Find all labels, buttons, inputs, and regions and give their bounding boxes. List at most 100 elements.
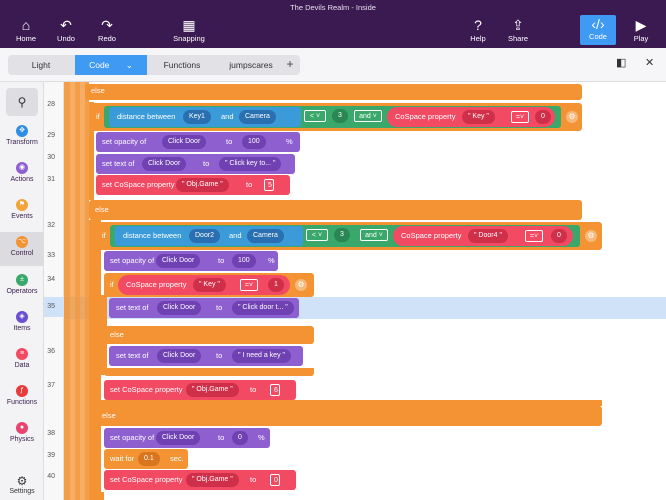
search-icon[interactable]: ⚲: [6, 88, 38, 116]
if-block[interactable]: if CoSpace property " Key " =˅ 1 ⚙: [104, 273, 314, 297]
category-functions[interactable]: ƒ Functions: [0, 385, 44, 406]
logic-dropdown[interactable]: and ˅: [354, 110, 382, 122]
set-cospace-property-block[interactable]: set CoSpace property " Obj.Game " to 0: [104, 470, 296, 490]
string-slot[interactable]: " Door4 ": [468, 229, 508, 243]
else-block[interactable]: else: [85, 84, 582, 100]
home-button[interactable]: ⌂ Home: [8, 16, 44, 43]
play-button[interactable]: ▶ Play: [623, 16, 659, 43]
object-slot[interactable]: Click Door: [142, 157, 187, 171]
object-slot[interactable]: Key1: [183, 110, 211, 124]
logic-dropdown[interactable]: and ˅: [360, 229, 388, 241]
comparison-dropdown[interactable]: =˅: [525, 230, 543, 242]
undo-button[interactable]: ↶ Undo: [48, 16, 84, 43]
comparison-dropdown[interactable]: =˅: [240, 279, 258, 291]
distance-between-label: distance between: [117, 112, 176, 121]
number-slot[interactable]: 0: [232, 431, 248, 445]
share-button[interactable]: ⇪ Share: [500, 16, 536, 43]
number-slot[interactable]: 0: [270, 474, 280, 486]
to-label: to: [246, 180, 253, 189]
object-slot[interactable]: Click Door: [157, 301, 202, 315]
set-cospace-property-block[interactable]: set CoSpace property " Obj.Game " to 5: [96, 175, 290, 195]
percent-label: %: [258, 433, 265, 442]
set-opacity-block[interactable]: set opacity of Click Door to 0 %: [104, 428, 270, 448]
redo-button[interactable]: ↷ Redo: [89, 16, 125, 43]
gear-icon[interactable]: ⚙: [585, 230, 597, 242]
string-slot[interactable]: " Click key to... ": [219, 157, 282, 171]
gear-icon[interactable]: ⚙: [566, 111, 578, 123]
object-slot[interactable]: Click Door: [156, 254, 201, 268]
and-operator-block[interactable]: distance between Key1 and Camera < ˅ 3 a…: [104, 106, 561, 128]
else-block[interactable]: else: [104, 326, 314, 344]
add-tab-button[interactable]: +: [281, 55, 299, 73]
category-physics[interactable]: ● Physics: [0, 422, 44, 443]
string-slot[interactable]: " I need a key ": [232, 349, 291, 363]
else-block[interactable]: else: [96, 406, 602, 426]
category-control-label: Control: [10, 250, 34, 257]
string-slot[interactable]: " Obj.Game ": [186, 473, 239, 487]
snapping-button[interactable]: ▦ Snapping: [168, 16, 210, 43]
cospace-property-block[interactable]: CoSpace property " Door4 " =˅ 0: [393, 226, 573, 246]
number-slot[interactable]: 0.1: [138, 452, 160, 466]
settings-button[interactable]: ⚙ Settings: [0, 474, 44, 495]
string-slot[interactable]: " Key ": [193, 278, 226, 292]
tab-jumpscares[interactable]: jumpscares: [217, 55, 285, 75]
number-slot[interactable]: 0: [535, 110, 551, 124]
distance-between-block[interactable]: distance between Key1 and Camera: [109, 107, 301, 127]
to-label: to: [203, 159, 210, 168]
set-text-block[interactable]: set text of Click Door to " I need a key…: [109, 346, 303, 366]
number-slot[interactable]: 1: [268, 278, 284, 292]
comparison-dropdown[interactable]: =˅: [511, 111, 529, 123]
string-slot[interactable]: " Click door t... ": [232, 301, 294, 315]
object-slot[interactable]: Camera: [247, 229, 284, 243]
number-slot[interactable]: 5: [264, 179, 274, 191]
number-slot[interactable]: 3: [334, 228, 350, 242]
string-slot[interactable]: " Obj.Game ": [186, 383, 239, 397]
tab-code[interactable]: Code ⌄: [75, 55, 147, 75]
category-items[interactable]: ◈ Items: [0, 311, 44, 332]
tab-light[interactable]: Light: [8, 55, 74, 75]
number-slot[interactable]: 100: [242, 135, 266, 149]
line-number: 35: [44, 297, 64, 317]
object-slot[interactable]: Click Door: [157, 349, 202, 363]
set-opacity-block[interactable]: set opacity of Click Door to 100 %: [104, 251, 278, 271]
help-button[interactable]: ? Help: [460, 16, 496, 43]
comparison-dropdown[interactable]: < ˅: [306, 229, 328, 241]
split-view-icon[interactable]: ◧: [616, 56, 626, 69]
number-slot[interactable]: 3: [332, 109, 348, 123]
set-cospace-property-block[interactable]: set CoSpace property " Obj.Game " to 6: [104, 380, 296, 400]
gear-icon[interactable]: ⚙: [295, 279, 307, 291]
cospace-property-block[interactable]: CoSpace property " Key " =˅ 0: [387, 107, 555, 127]
if-block[interactable]: if distance between Door2 and Camera < ˅…: [96, 222, 602, 250]
set-text-block[interactable]: set text of Click Door to " Click door t…: [109, 298, 299, 318]
string-slot[interactable]: " Key ": [462, 110, 495, 124]
number-slot[interactable]: 6: [270, 384, 280, 396]
object-slot[interactable]: Click Door: [156, 431, 201, 445]
set-text-label: set text of: [102, 159, 135, 168]
cospace-property-block[interactable]: CoSpace property " Key " =˅ 1: [118, 275, 290, 295]
code-workspace[interactable]: else if distance between Key1 and Camera…: [64, 82, 666, 500]
object-slot[interactable]: Camera: [239, 110, 276, 124]
chevron-down-icon: ⌄: [125, 60, 133, 70]
category-events[interactable]: ⚑ Events: [0, 199, 44, 220]
tab-functions[interactable]: Functions: [148, 55, 216, 75]
and-operator-block[interactable]: distance between Door2 and Camera < ˅ 3 …: [110, 225, 580, 247]
code-view-button[interactable]: ‹/› Code: [580, 15, 616, 45]
object-slot[interactable]: Door2: [189, 229, 221, 243]
category-actions[interactable]: ◉ Actions: [0, 162, 44, 183]
category-control[interactable]: ⌥ Control: [0, 232, 44, 266]
distance-between-block[interactable]: distance between Door2 and Camera: [115, 226, 303, 246]
number-slot[interactable]: 100: [232, 254, 256, 268]
object-slot[interactable]: Click Door: [162, 135, 207, 149]
category-transform[interactable]: ✥ Transform: [0, 125, 44, 146]
else-block[interactable]: else: [89, 200, 582, 220]
category-operators[interactable]: ± Operators: [0, 274, 44, 295]
set-text-block[interactable]: set text of Click Door to " Click key to…: [96, 154, 295, 174]
set-opacity-block[interactable]: set opacity of Click Door to 100 %: [96, 132, 300, 152]
category-data[interactable]: ≡ Data: [0, 348, 44, 369]
wait-block[interactable]: wait for 0.1 sec.: [104, 449, 188, 469]
number-slot[interactable]: 0: [551, 229, 567, 243]
close-icon[interactable]: ✕: [645, 56, 654, 69]
if-block[interactable]: if distance between Key1 and Camera < ˅ …: [89, 103, 582, 131]
string-slot[interactable]: " Obj.Game ": [176, 178, 229, 192]
comparison-dropdown[interactable]: < ˅: [304, 110, 326, 122]
